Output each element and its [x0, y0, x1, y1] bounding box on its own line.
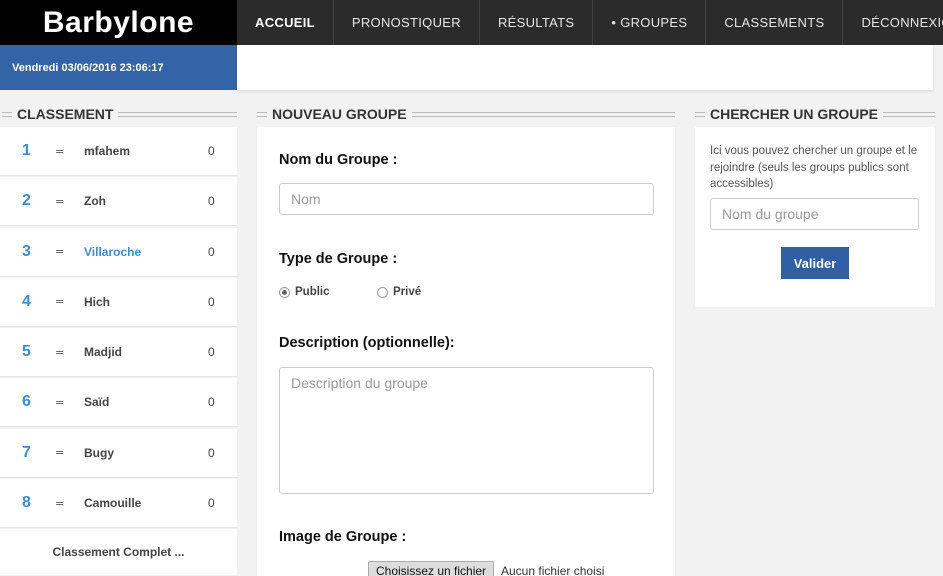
rank-number: 4	[22, 292, 31, 310]
nav-item-resultats[interactable]: RÉSULTATS	[480, 0, 594, 45]
nav-item-classements[interactable]: CLASSEMENTS	[706, 0, 844, 45]
group-image-label: Image de Groupe :	[279, 529, 407, 545]
heading-rule	[883, 111, 935, 117]
rank-number: 7	[22, 443, 31, 461]
player-points: 0	[208, 194, 215, 209]
nav-item-groupes[interactable]: • GROUPES	[593, 0, 707, 45]
player-points: 0	[208, 445, 215, 460]
player-points: 0	[208, 144, 215, 158]
nav-bullet-icon: •	[611, 15, 617, 30]
rank-trend: =	[55, 446, 65, 460]
group-name-label: Nom du Groupe :	[279, 152, 398, 168]
search-group-heading: CHERCHER UN GROUPE	[695, 106, 935, 122]
player-name-highlighted[interactable]: Villaroche	[84, 245, 141, 259]
rank-trend: =	[55, 496, 65, 510]
rank-trend: =	[55, 345, 65, 359]
choose-file-button[interactable]: Choisissez un fichier	[368, 561, 495, 576]
rank-number: 2	[22, 192, 31, 210]
date-time-bar: Vendredi 03/06/2016 23:06:17	[0, 45, 237, 90]
player-points: 0	[208, 244, 215, 259]
ranking-row[interactable]: 8 = Camouille 0	[0, 479, 237, 529]
new-group-form: Nom du Groupe : Nom Type de Groupe : Pub…	[257, 127, 675, 576]
ranking-heading: CLASSEMENT	[2, 106, 237, 122]
player-points: 0	[208, 395, 215, 410]
ranking-row[interactable]: 6 = Saïd 0	[0, 378, 237, 428]
heading-rule	[695, 111, 705, 117]
player-name: Saïd	[84, 395, 110, 410]
rank-number: 1	[22, 142, 31, 159]
rank-trend: =	[55, 194, 65, 208]
top-banner-area	[237, 45, 933, 90]
search-group-panel: Ici vous pouvez chercher un groupe et le…	[695, 127, 935, 307]
file-status-text: Aucun fichier choisi	[501, 564, 605, 576]
radio-public-label: Public	[295, 286, 330, 298]
nav-item-label: GROUPES	[620, 15, 688, 30]
radio-unchecked-icon	[377, 286, 388, 298]
rank-number: 8	[22, 494, 31, 512]
ranking-title: CLASSEMENT	[17, 106, 114, 122]
new-group-heading: NOUVEAU GROUPE	[257, 106, 675, 122]
player-points: 0	[208, 496, 215, 511]
heading-rule	[257, 111, 267, 117]
ranking-row[interactable]: 3 = Villaroche 0	[0, 227, 237, 277]
radio-private-label: Privé	[393, 286, 422, 298]
ranking-row[interactable]: 2 = Zoh 0	[0, 177, 237, 227]
heading-rule	[411, 111, 675, 117]
radio-public[interactable]: Public	[279, 286, 330, 298]
full-ranking-link[interactable]: Classement Complet ...	[0, 529, 237, 576]
site-logo[interactable]: Barbylone	[0, 0, 237, 45]
validate-button[interactable]: Valider	[781, 247, 849, 279]
search-help-text: Ici vous pouvez chercher un groupe et le…	[710, 145, 918, 190]
player-name: mfahem	[84, 144, 131, 158]
nav-item-deconnexion[interactable]: DÉCONNEXION	[843, 0, 943, 45]
ranking-row[interactable]: 7 = Bugy 0	[0, 428, 237, 478]
main-nav: ACCUEIL PRONOSTIQUER RÉSULTATS • GROUPES…	[237, 0, 943, 45]
search-group-title: CHERCHER UN GROUPE	[710, 106, 879, 122]
rank-number: 5	[22, 343, 31, 361]
player-name: Madjid	[84, 345, 122, 360]
group-type-label: Type de Groupe :	[279, 251, 398, 267]
rank-trend: =	[55, 295, 65, 309]
radio-private[interactable]: Privé	[377, 286, 421, 298]
rank-trend: =	[55, 144, 65, 158]
nav-item-accueil[interactable]: ACCUEIL	[237, 0, 334, 45]
player-name: Hich	[84, 294, 111, 309]
player-name: Bugy	[84, 445, 114, 460]
rank-trend: =	[55, 245, 65, 259]
heading-rule	[118, 111, 237, 117]
ranking-row[interactable]: 1 = mfahem 0	[0, 127, 237, 176]
player-points: 0	[208, 345, 215, 360]
group-name-input[interactable]: Nom	[279, 183, 654, 215]
new-group-title: NOUVEAU GROUPE	[272, 106, 407, 122]
player-name: Camouille	[84, 496, 142, 511]
nav-item-pronostiquer[interactable]: PRONOSTIQUER	[334, 0, 480, 45]
description-textarea[interactable]: Description du groupe	[279, 367, 654, 494]
player-points: 0	[208, 294, 215, 309]
rank-trend: =	[55, 395, 65, 409]
player-name: Zoh	[84, 194, 106, 209]
rank-number: 6	[22, 393, 31, 411]
ranking-row[interactable]: 5 = Madjid 0	[0, 328, 237, 378]
group-search-input[interactable]: Nom du groupe	[710, 198, 919, 230]
ranking-row[interactable]: 4 = Hich 0	[0, 277, 237, 327]
ranking-list: 1 = mfahem 0 2 = Zoh 0 3 = Villaroche 0 …	[0, 127, 237, 576]
heading-rule	[2, 111, 12, 117]
radio-checked-icon	[279, 286, 290, 298]
description-label: Description (optionnelle):	[279, 335, 455, 351]
rank-number: 3	[22, 242, 31, 260]
